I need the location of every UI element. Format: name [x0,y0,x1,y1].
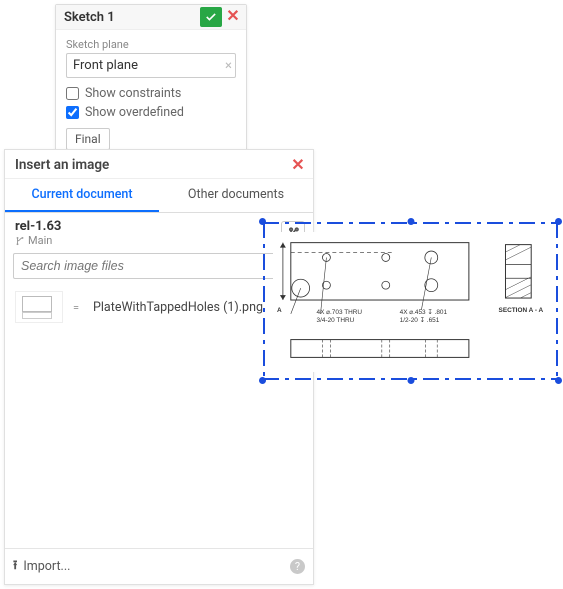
file-kind-icon: = [73,301,83,314]
sketch-title: Sketch 1 [64,10,200,25]
final-button[interactable]: Final [66,128,110,150]
resize-handle-bottom-left[interactable] [259,377,266,384]
callout-1-line-2: 3/4-20 THRU [317,317,355,324]
section-marker-a: A [277,307,282,314]
placed-image[interactable]: A 4X ⌀.703 THRU 3/4-20 THRU 4X ⌀.453 ↧ .… [263,222,558,380]
show-overdefined-checkbox[interactable] [66,106,79,119]
help-button[interactable]: ? [290,559,305,574]
sketch-feature-panel: Sketch 1 ✕ Sketch plane Front plane × Sh… [55,4,247,161]
check-icon [204,10,218,24]
resize-handle-bottom-right[interactable] [555,377,562,384]
callout-1-line-1: 4X ⌀.703 THRU [317,309,363,316]
resize-handle-bottom-mid[interactable] [407,377,414,384]
resize-handle-top-mid[interactable] [407,218,414,225]
sketch-plane-value: Front plane [73,58,138,73]
version-name: rel-1.63 [15,219,281,234]
show-overdefined-label: Show overdefined [85,105,184,120]
show-constraints-row[interactable]: Show constraints [66,86,236,101]
sketch-panel-header: Sketch 1 ✕ [56,5,246,30]
engineering-drawing: A 4X ⌀.703 THRU 3/4-20 THRU 4X ⌀.453 ↧ .… [273,232,550,372]
resize-handle-top-right[interactable] [555,218,562,225]
cancel-button[interactable]: ✕ [224,7,242,25]
branch-icon [15,236,25,246]
import-button[interactable]: ⭱ Import... ? [5,548,313,584]
branch-label: Main [15,234,281,247]
sketch-plane-field[interactable]: Front plane × [66,53,236,78]
insert-panel-title: Insert an image [15,157,289,173]
import-label: Import... [23,559,70,574]
callout-2-line-1: 4X ⌀.453 ↧ .801 [400,309,448,316]
tab-other-documents[interactable]: Other documents [159,179,313,212]
search-input[interactable] [13,253,305,279]
resize-handle-top-left[interactable] [259,218,266,225]
file-name: PlateWithTappedHoles (1).png [93,300,263,315]
show-constraints-checkbox[interactable] [66,87,79,100]
upload-icon: ⭱ [13,556,17,577]
confirm-button[interactable] [200,7,222,27]
close-icon: ✕ [226,8,239,24]
clear-plane-button[interactable]: × [225,59,232,72]
section-title: SECTION A - A [499,307,544,314]
sketch-plane-label: Sketch plane [66,38,236,51]
insert-panel-header: Insert an image ✕ [5,150,313,179]
close-icon: ✕ [291,157,304,173]
tab-current-document[interactable]: Current document [5,179,159,212]
insert-tabs: Current document Other documents [5,179,313,213]
callout-2-line-2: 1/2-20 ↧ .651 [400,317,440,324]
close-insert-panel-button[interactable]: ✕ [289,156,307,174]
show-constraints-label: Show constraints [85,86,181,101]
show-overdefined-row[interactable]: Show overdefined [66,105,236,120]
file-thumbnail [15,291,63,323]
